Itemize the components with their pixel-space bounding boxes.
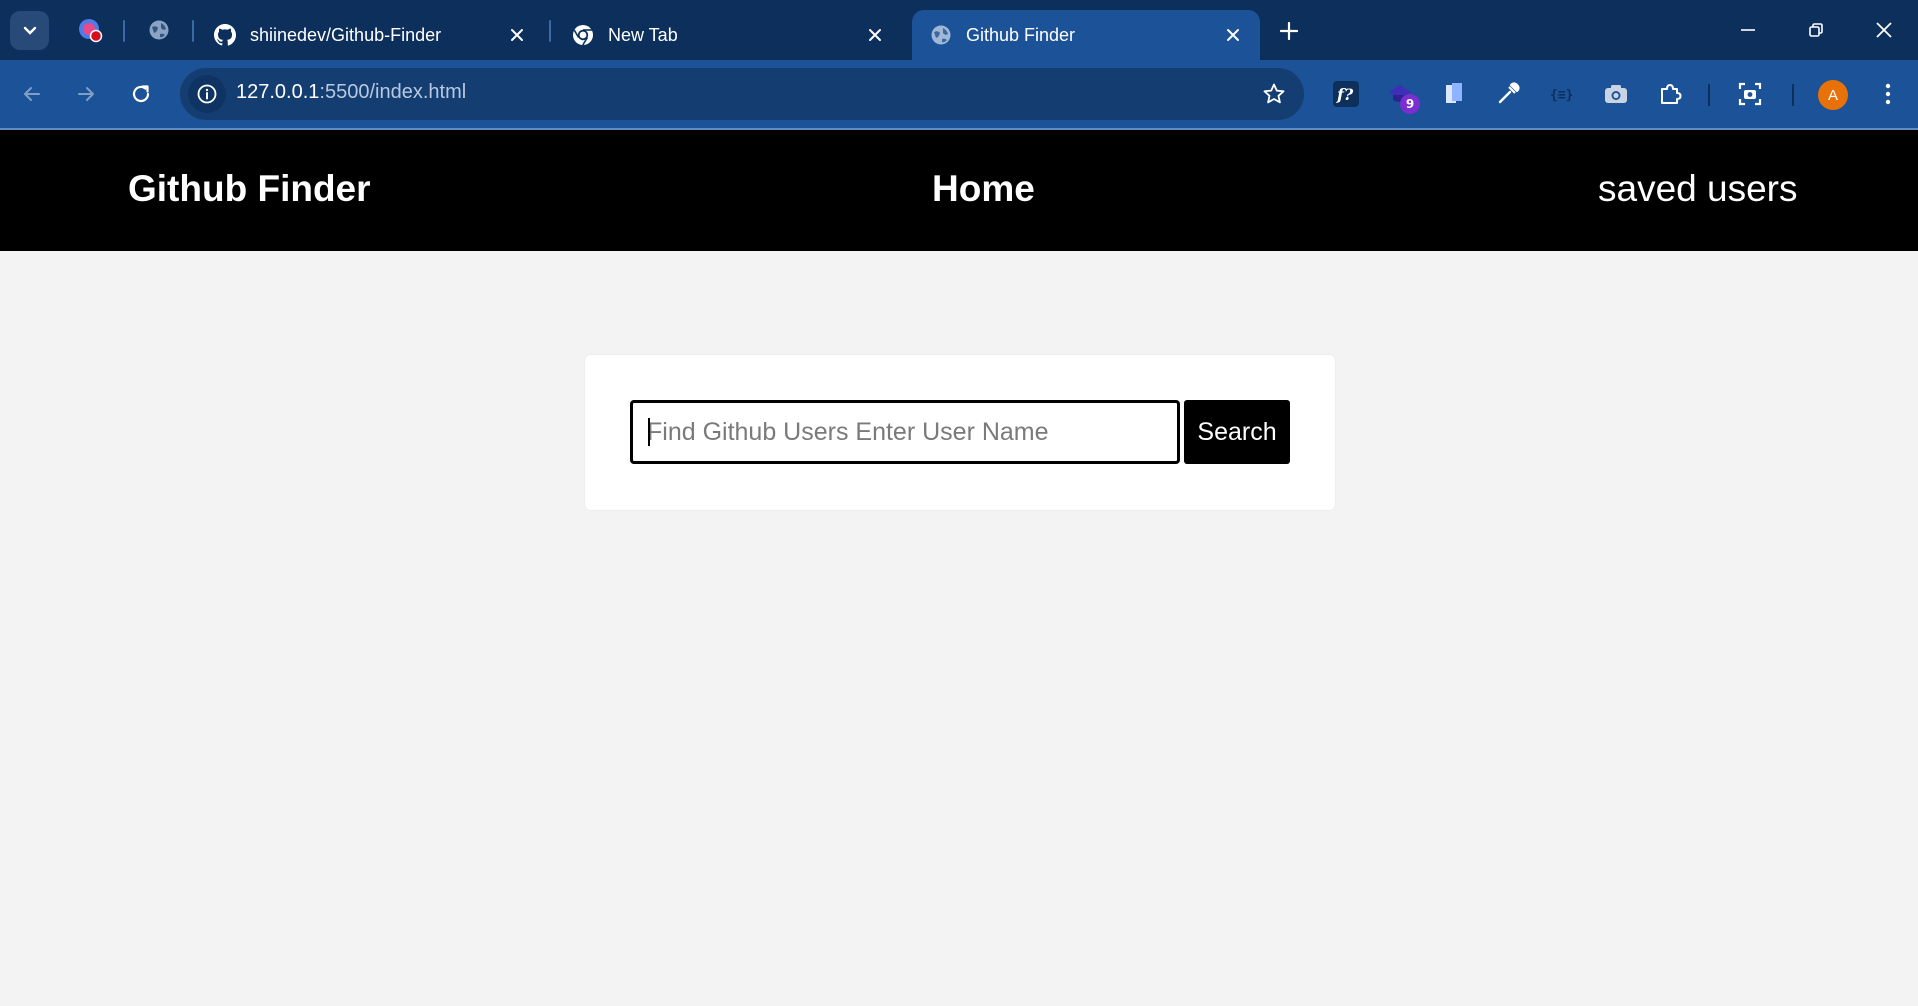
tab-separator xyxy=(549,20,551,42)
extension-font-finder[interactable]: f? xyxy=(1330,78,1362,110)
minimize-icon xyxy=(1741,29,1755,31)
extension-eyedropper[interactable] xyxy=(1492,78,1524,110)
info-icon xyxy=(197,84,217,104)
address-bar[interactable]: 127.0.0.1:5500/index.html xyxy=(180,68,1304,120)
extension-json[interactable]: {≡} xyxy=(1546,78,1578,110)
camera-icon xyxy=(1605,85,1627,103)
tab-github-finder[interactable]: Github Finder xyxy=(912,10,1260,60)
search-button[interactable]: Search xyxy=(1184,400,1290,464)
restore-button[interactable] xyxy=(1798,14,1834,46)
document-icon xyxy=(1446,83,1462,103)
arrow-left-icon xyxy=(24,87,40,101)
text-caret xyxy=(648,418,650,446)
reload-icon xyxy=(132,85,150,103)
tab-separator xyxy=(123,20,125,42)
url-text[interactable]: 127.0.0.1:5500/index.html xyxy=(236,81,466,104)
json-icon: {≡} xyxy=(1550,88,1573,103)
arrow-right-icon xyxy=(78,87,94,101)
font-finder-icon: f? xyxy=(1333,81,1359,107)
chrome-icon xyxy=(572,24,594,46)
url-path: :5500/index.html xyxy=(319,81,467,103)
close-icon[interactable] xyxy=(862,22,888,48)
close-icon[interactable] xyxy=(504,22,530,48)
kebab-menu-icon xyxy=(1885,83,1891,105)
extension-badge[interactable]: 9 xyxy=(1384,78,1420,114)
search-card: Search xyxy=(585,355,1335,510)
new-tab-button[interactable] xyxy=(1274,16,1304,46)
toolbar-separator xyxy=(1792,84,1794,106)
tab-title: shiinedev/Github-Finder xyxy=(250,24,442,45)
close-icon xyxy=(1876,22,1892,38)
browser-toolbar: 127.0.0.1:5500/index.html f? 9 {≡} A xyxy=(0,60,1918,128)
tab-search-button[interactable] xyxy=(10,11,49,50)
nav-link-saved-users[interactable]: saved users xyxy=(1598,168,1798,210)
eyedropper-icon xyxy=(1498,82,1520,104)
url-host: 127.0.0.1 xyxy=(236,81,320,103)
globe-icon xyxy=(930,24,952,46)
site-brand[interactable]: Github Finder xyxy=(128,168,371,210)
restore-icon xyxy=(1809,23,1823,37)
extension-screenshot[interactable] xyxy=(1734,78,1766,110)
svg-text:{≡}: {≡} xyxy=(1550,88,1573,103)
toolbar-separator xyxy=(1708,84,1710,106)
github-icon xyxy=(214,24,236,46)
plus-icon xyxy=(1280,22,1298,40)
close-icon[interactable] xyxy=(1220,22,1246,48)
globe-icon xyxy=(149,20,169,40)
tab-title: Github Finder xyxy=(966,24,1076,45)
browser-menu-button[interactable] xyxy=(1872,78,1904,110)
tab-separator xyxy=(192,20,194,42)
profile-avatar[interactable]: A xyxy=(1818,80,1848,110)
minimize-button[interactable] xyxy=(1730,14,1766,46)
svg-text:f?: f? xyxy=(1336,85,1354,104)
star-icon xyxy=(1263,83,1285,104)
site-info-button[interactable] xyxy=(188,75,226,113)
close-window-button[interactable] xyxy=(1866,14,1902,46)
pinned-tab-record[interactable] xyxy=(70,12,110,48)
search-input[interactable] xyxy=(630,400,1180,464)
pinned-tab-globe[interactable] xyxy=(139,12,179,48)
extensions-menu-button[interactable] xyxy=(1654,78,1686,110)
forward-button[interactable] xyxy=(66,74,106,114)
back-button[interactable] xyxy=(12,74,52,114)
tab-new-tab[interactable]: New Tab xyxy=(554,10,902,60)
tab-github-repo[interactable]: shiinedev/Github-Finder xyxy=(196,10,544,60)
chevron-down-icon xyxy=(23,26,36,35)
tab-title: New Tab xyxy=(608,24,678,45)
extension-badge-count: 9 xyxy=(1400,94,1420,114)
puzzle-icon xyxy=(1661,84,1682,104)
screenshot-icon xyxy=(1738,82,1762,106)
bookmark-button[interactable] xyxy=(1258,78,1290,110)
extension-document[interactable] xyxy=(1438,78,1470,110)
extension-camera[interactable] xyxy=(1600,78,1632,110)
reload-button[interactable] xyxy=(121,74,161,114)
record-icon xyxy=(79,19,103,43)
site-header: Github Finder Home saved users xyxy=(0,130,1918,251)
browser-tabstrip: shiinedev/Github-Finder New Tab Github F… xyxy=(0,0,1918,60)
nav-link-home[interactable]: Home xyxy=(932,168,1035,210)
